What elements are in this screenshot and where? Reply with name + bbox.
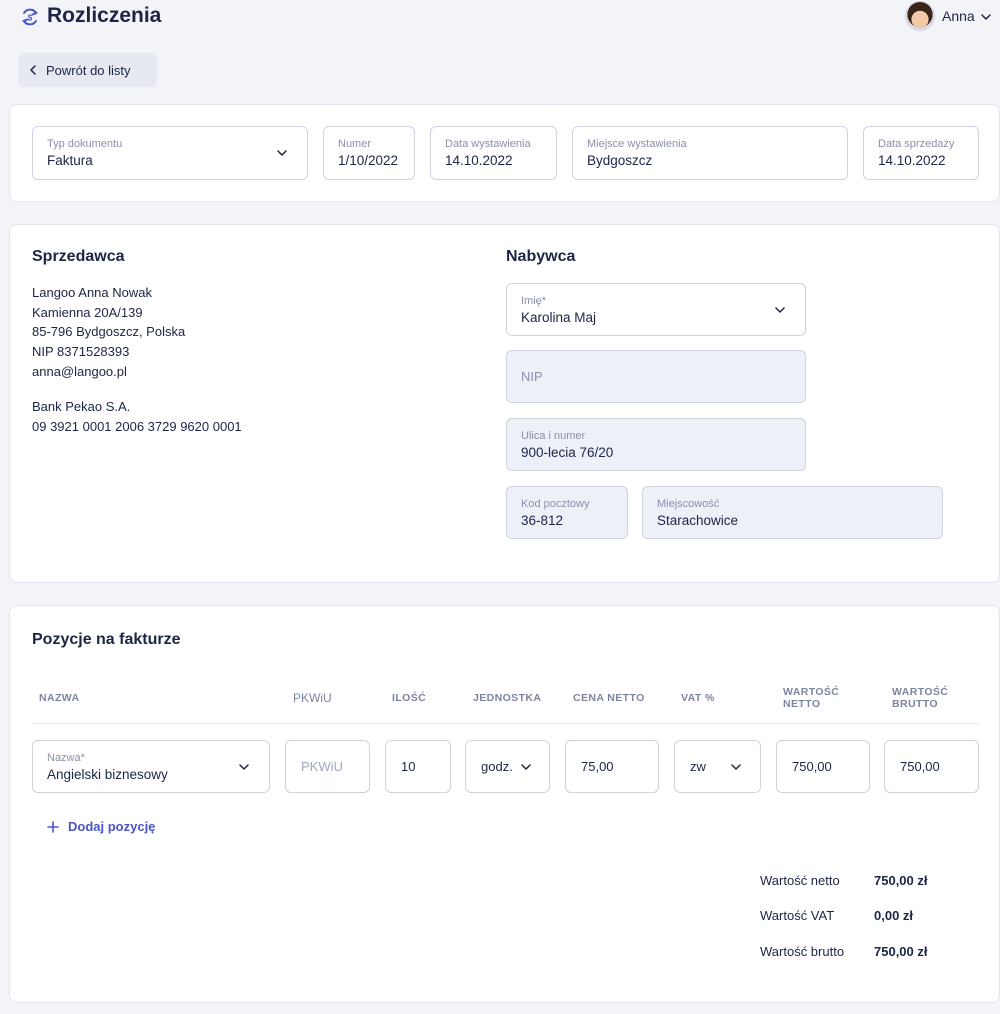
back-button-label: Powrót do listy <box>46 62 131 78</box>
item-qty-input[interactable]: 10 <box>385 740 451 793</box>
buyer-name-label: Imię* <box>521 295 547 307</box>
plus-icon <box>47 820 59 833</box>
item-name-select[interactable]: Nazwa* Angielski biznesowy <box>32 740 270 793</box>
seller-name: Langoo Anna Nowak <box>32 285 152 300</box>
document-type-value: Faktura <box>47 153 93 168</box>
column-header-net-value-1: WARTOŚĆ <box>783 686 840 698</box>
buyer-postal-field[interactable]: Kod pocztowy 36-812 <box>506 486 628 539</box>
document-number-field[interactable]: Numer 1/10/2022 <box>323 126 415 180</box>
add-item-button[interactable]: Dodaj pozycję <box>47 819 155 834</box>
seller-city: 85-796 Bydgoszcz, Polska <box>32 324 186 339</box>
seller-title: Sprzedawca <box>32 248 125 265</box>
issue-date-value: 14.10.2022 <box>445 153 513 168</box>
item-unit-value: godz. <box>481 759 513 774</box>
item-pkwiu-input[interactable]: PKWiU <box>285 740 370 793</box>
summary-vat-label: Wartość VAT <box>760 908 835 923</box>
item-qty-value: 10 <box>401 759 416 774</box>
buyer-nip-placeholder: NIP <box>521 369 543 384</box>
column-header-net-price: CENA NETTO <box>573 692 645 704</box>
chevron-down-icon[interactable] <box>775 284 785 335</box>
column-header-name: NAZWA <box>39 692 80 704</box>
item-name-value: Angielski biznesowy <box>47 767 168 782</box>
avatar[interactable] <box>905 1 935 31</box>
item-gross-value: 750,00 <box>900 759 940 774</box>
buyer-nip-field[interactable]: NIP <box>506 350 806 403</box>
column-header-unit: JEDNOSTKA <box>473 692 542 704</box>
buyer-name-value: Karolina Maj <box>521 310 597 325</box>
sale-date-value: 14.10.2022 <box>878 153 946 168</box>
buyer-title: Nabywca <box>506 248 576 265</box>
document-number-value: 1/10/2022 <box>338 153 399 168</box>
refresh-icon: $ <box>19 6 41 28</box>
seller-street: Kamienna 20A/139 <box>32 305 143 320</box>
document-type-select[interactable]: Typ dokumentu Faktura <box>32 126 308 180</box>
item-vat-select[interactable]: zw <box>674 740 761 793</box>
issue-date-field[interactable]: Data wystawienia 14.10.2022 <box>430 126 557 180</box>
column-header-gross-value-1: WARTOŚĆ <box>892 686 949 698</box>
item-gross-value-input[interactable]: 750,00 <box>884 740 979 793</box>
chevron-left-icon <box>30 65 36 75</box>
document-type-label: Typ dokumentu <box>47 138 123 150</box>
buyer-street-field[interactable]: Ulica i numer 900-lecia 76/20 <box>506 418 806 471</box>
summary-gross-label: Wartość brutto <box>760 944 845 959</box>
item-net-value: 750,00 <box>792 759 832 774</box>
add-item-label: Dodaj pozycję <box>68 819 156 834</box>
buyer-street-value: 900-lecia 76/20 <box>521 445 614 460</box>
item-net-value-input[interactable]: 750,00 <box>776 740 870 793</box>
app-header: $ Rozliczenia Anna <box>0 0 1000 36</box>
summary-vat-value: 0,00 zł <box>874 908 914 923</box>
invoice-items-card <box>9 605 1000 1003</box>
chevron-down-icon[interactable] <box>239 741 249 792</box>
buyer-postal-label: Kod pocztowy <box>521 498 590 510</box>
svg-text:$: $ <box>28 14 33 23</box>
item-net-price-value: 75,00 <box>581 759 614 774</box>
user-menu[interactable]: Anna <box>905 1 991 31</box>
sale-date-label: Data sprzedaży <box>878 138 955 150</box>
buyer-city-field[interactable]: Miejscowość Starachowice <box>642 486 943 539</box>
issue-place-label: Miejsce wystawienia <box>587 138 687 150</box>
user-name[interactable]: Anna <box>942 8 975 24</box>
document-number-label: Numer <box>338 138 372 150</box>
buyer-city-value: Starachowice <box>657 513 739 528</box>
buyer-street-label: Ulica i numer <box>521 430 586 442</box>
column-header-gross-value-2: BRUTTO <box>892 698 938 710</box>
issue-place-field[interactable]: Miejsce wystawienia Bydgoszcz <box>572 126 848 180</box>
summary-net-value: 750,00 zł <box>874 873 928 888</box>
item-vat-value: zw <box>690 759 706 774</box>
seller-bank-name: Bank Pekao S.A. <box>32 399 131 414</box>
buyer-postal-value: 36-812 <box>521 513 564 528</box>
chevron-down-icon[interactable] <box>980 7 991 25</box>
item-name-label: Nazwa* <box>47 752 85 764</box>
chevron-down-icon[interactable] <box>277 127 287 179</box>
issue-place-value: Bydgoszcz <box>587 153 653 168</box>
chevron-down-icon[interactable] <box>521 741 531 792</box>
page-title: Rozliczenia <box>47 4 162 27</box>
item-pkwiu-placeholder: PKWiU <box>301 759 343 774</box>
column-header-qty: ILOŚĆ <box>392 692 427 704</box>
column-header-net-value-2: NETTO <box>783 698 821 710</box>
invoice-items-title: Pozycje na fakturze <box>32 631 181 648</box>
buyer-city-label: Miejscowość <box>657 498 720 510</box>
summary-net-label: Wartość netto <box>760 873 840 888</box>
column-header-pkwiu: PKWiU <box>293 691 332 705</box>
seller-email: anna@langoo.pl <box>32 364 127 379</box>
chevron-down-icon[interactable] <box>731 741 741 792</box>
table-header-divider <box>32 723 978 724</box>
summary-gross-value: 750,00 zł <box>874 944 928 959</box>
seller-bank-account: 09 3921 0001 2006 3729 9620 0001 <box>32 419 242 434</box>
seller-nip: NIP 8371528393 <box>32 344 130 359</box>
sale-date-field[interactable]: Data sprzedaży 14.10.2022 <box>863 126 979 180</box>
issue-date-label: Data wystawienia <box>445 138 531 150</box>
back-to-list-button[interactable]: Powrót do listy <box>18 53 157 87</box>
buyer-name-select[interactable]: Imię* Karolina Maj <box>506 283 806 336</box>
item-unit-select[interactable]: godz. <box>465 740 550 793</box>
item-net-price-input[interactable]: 75,00 <box>565 740 659 793</box>
column-header-vat: VAT % <box>681 692 715 704</box>
